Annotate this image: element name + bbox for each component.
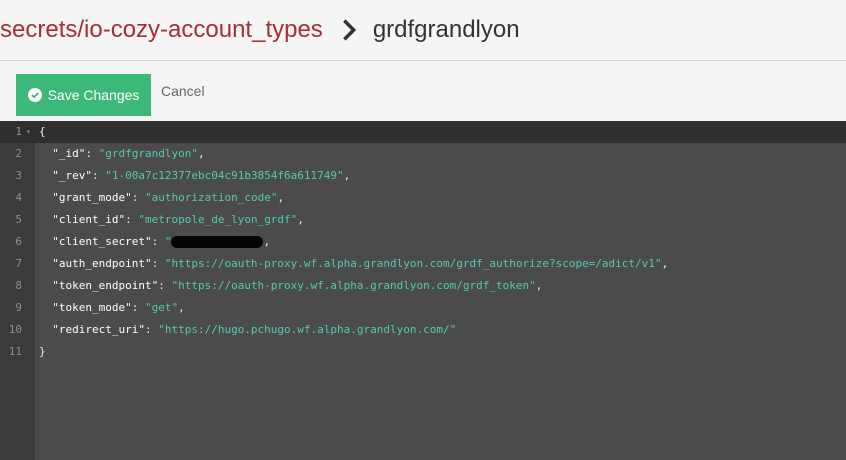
breadcrumb-database-link[interactable]: secrets/io-cozy-account_types <box>0 16 323 44</box>
json-value: "get" <box>144 301 179 314</box>
comma: , <box>197 147 205 160</box>
code-line: 2 "_id": "grdfgrandlyon", <box>0 143 846 165</box>
code-line: 8 "token_endpoint": "https://oauth-proxy… <box>0 275 846 297</box>
line-number: 11 <box>8 345 22 358</box>
comma: , <box>297 213 304 226</box>
code-line: 5 "client_id": "metropole_de_lyon_grdf", <box>0 209 846 231</box>
json-key: "token_mode" <box>52 301 132 314</box>
comma: , <box>178 301 185 314</box>
line-number: 2 <box>15 147 22 160</box>
json-value: "https://hugo.pchugo.wf.alpha.grandlyon.… <box>158 323 457 336</box>
line-number: 8 <box>15 279 22 292</box>
json-key: "_id" <box>52 147 86 160</box>
code-line: 4 "grant_mode": "authorization_code", <box>0 187 846 209</box>
comma: , <box>277 191 285 204</box>
json-value: "https://oauth-proxy.wf.alpha.grandlyon.… <box>164 257 662 270</box>
code-line: 1 ▾ { <box>0 121 846 143</box>
json-value: "metropole_de_lyon_grdf" <box>138 213 298 226</box>
line-number: 7 <box>15 257 22 270</box>
json-editor[interactable]: 1 ▾ { 2 "_id": "grdfgrandlyon", 3 "_rev"… <box>0 121 846 460</box>
fold-arrow-icon[interactable]: ▾ <box>26 121 31 143</box>
save-changes-button[interactable]: Save Changes <box>16 74 151 116</box>
save-changes-label: Save Changes <box>47 87 140 103</box>
close-brace: } <box>39 345 46 358</box>
comma: , <box>343 169 351 182</box>
cancel-link[interactable]: Cancel <box>161 83 205 99</box>
line-number: 10 <box>8 323 22 336</box>
json-key: "grant_mode" <box>52 191 132 204</box>
json-key: "auth_endpoint" <box>52 257 152 270</box>
json-key: "token_endpoint" <box>52 279 159 292</box>
json-key: "redirect_uri" <box>52 323 145 336</box>
code-line: 7 "auth_endpoint": "https://oauth-proxy.… <box>0 253 846 275</box>
comma: , <box>263 235 271 248</box>
json-value: "https://oauth-proxy.wf.alpha.grandlyon.… <box>171 279 536 292</box>
code-line: 10 "redirect_uri": "https://hugo.pchugo.… <box>0 319 846 341</box>
toolbar: Save Changes Cancel <box>0 61 846 121</box>
json-key: "_rev" <box>52 169 92 182</box>
code-line: 11 } <box>0 341 846 363</box>
line-number: 5 <box>15 213 22 226</box>
code-line: 9 "token_mode": "get", <box>0 297 846 319</box>
open-brace: { <box>39 125 46 138</box>
check-circle-icon <box>27 88 42 102</box>
json-value: "grdfgrandlyon" <box>98 147 198 160</box>
line-number: 9 <box>15 301 22 314</box>
json-key: "client_id" <box>52 213 126 226</box>
line-number: 6 <box>15 235 22 248</box>
code-line: 6 "client_secret": ", <box>0 231 846 253</box>
breadcrumb-document-title: grdfgrandlyon <box>372 16 520 43</box>
json-value: "authorization_code" <box>144 191 278 204</box>
comma: , <box>535 279 543 292</box>
json-key: "client_secret" <box>52 235 152 248</box>
comma: , <box>661 257 669 270</box>
line-number: 3 <box>15 169 22 182</box>
line-number: 1 <box>15 125 22 138</box>
json-value: "1-00a7c12377ebc04c91b3854f6a611749" <box>105 169 344 182</box>
chevron-right-icon <box>342 19 356 41</box>
code-line: 3 "_rev": "1-00a7c12377ebc04c91b3854f6a6… <box>0 165 846 187</box>
json-value: " <box>164 235 172 248</box>
redacted-secret-mask <box>171 236 264 248</box>
line-number: 4 <box>15 191 22 204</box>
breadcrumb-bar: secrets/io-cozy-account_types grdfgrandl… <box>0 0 846 61</box>
